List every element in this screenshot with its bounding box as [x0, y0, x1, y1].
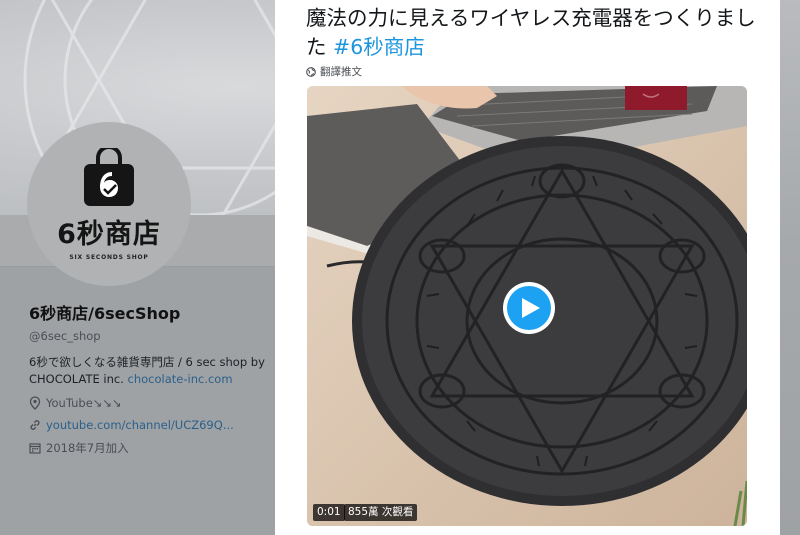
background-right-strip	[780, 0, 800, 535]
profile-bio: 6秒で欲しくなる雑貨専門店 / 6 sec shop by CHOCOLATE …	[29, 354, 279, 388]
profile-url: youtube.com/channel/UCZ69Q...	[29, 418, 279, 432]
location-pin-icon	[29, 396, 41, 410]
joined-text: 2018年7月加入	[46, 441, 129, 455]
video-views-badge: 855萬 次觀看	[344, 504, 418, 521]
video-time-badge: 0:01	[313, 504, 345, 521]
play-icon	[522, 298, 540, 318]
tweet-hashtag[interactable]: #6秒商店	[333, 35, 425, 59]
logo-subtext: SIX SECONDS SHOP	[69, 254, 149, 261]
profile-avatar[interactable]: 6秒商店 SIX SECONDS SHOP	[27, 122, 191, 286]
tweet-text: 魔法の力に見えるワイヤレス充電器をつくりました #6秒商店	[306, 4, 756, 62]
calendar-icon	[29, 443, 41, 454]
play-button-inner	[507, 286, 551, 330]
bio-link[interactable]: chocolate-inc.com	[128, 372, 233, 386]
profile-location: YouTube↘↘↘	[29, 396, 279, 410]
translate-label: 翻譯推文	[320, 66, 362, 78]
profile-joined: 2018年7月加入	[29, 440, 279, 456]
profile-handle[interactable]: @6sec_shop	[29, 329, 279, 343]
shopping-bag-icon	[84, 148, 134, 206]
location-text: YouTube↘↘↘	[46, 396, 122, 410]
logo-text: 6秒商店	[57, 219, 161, 250]
profile-name[interactable]: 6秒商店/6secShop	[29, 300, 279, 324]
profile-info: 6秒商店/6secShop @6sec_shop 6秒で欲しくなる雑貨専門店 /…	[29, 300, 279, 456]
link-icon	[30, 420, 40, 430]
video-player[interactable]: 0:01 855萬 次觀看	[307, 86, 747, 526]
globe-icon	[306, 66, 316, 77]
translate-tweet[interactable]: 翻譯推文	[306, 64, 362, 79]
profile-url-link[interactable]: youtube.com/channel/UCZ69Q...	[46, 418, 234, 432]
play-button[interactable]	[503, 282, 555, 334]
tweet-card: 魔法の力に見えるワイヤレス充電器をつくりました #6秒商店 翻譯推文 0:01 …	[275, 0, 780, 535]
